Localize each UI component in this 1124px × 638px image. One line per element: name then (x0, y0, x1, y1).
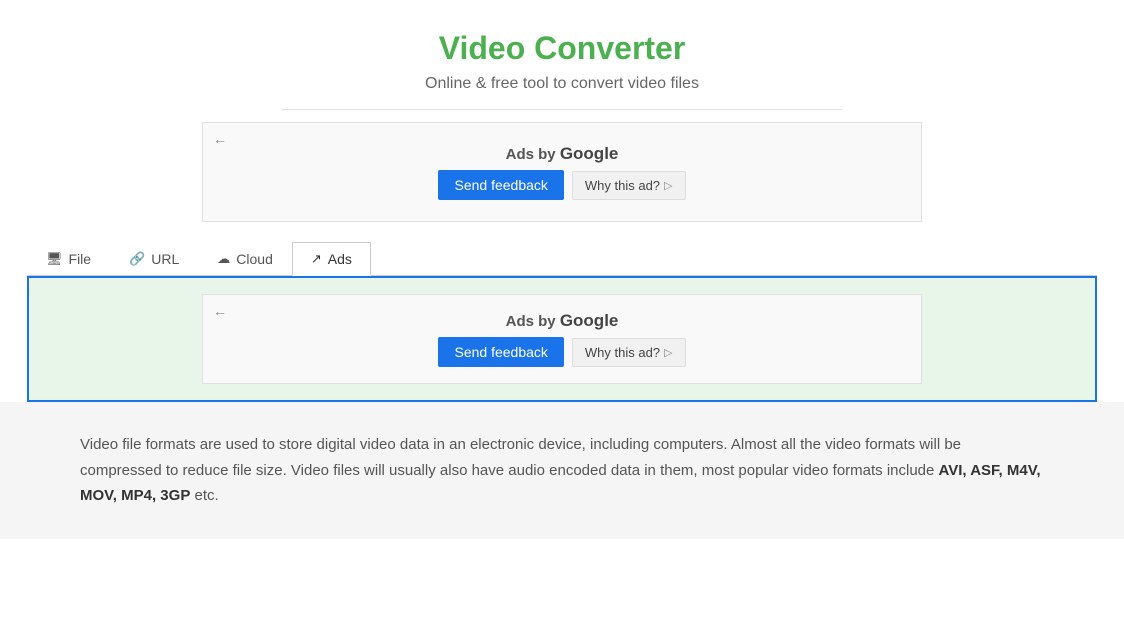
top-why-this-ad-button[interactable]: Why this ad? ▷ (572, 171, 686, 200)
tab-cloud-label: Cloud (236, 251, 273, 267)
page-title: Video Converter (0, 30, 1124, 67)
cloud-icon: ☁ (217, 251, 230, 267)
top-ad-buttons: Send feedback Why this ad? ▷ (438, 170, 685, 200)
description-section: Video file formats are used to store dig… (0, 402, 1124, 539)
description-text-before: Video file formats are used to store dig… (80, 436, 961, 479)
inner-ad-content: Ads by Google Send feedback Why this ad?… (438, 311, 685, 367)
tabs-container: 🖥 File 🔗 URL ☁ Cloud ↗ Ads (27, 242, 1097, 276)
inner-send-feedback-button[interactable]: Send feedback (438, 337, 563, 367)
page-header: Video Converter Online & free tool to co… (0, 30, 1124, 93)
top-ad-area: ← Ads by Google Send feedback Why this a… (202, 122, 922, 222)
ads-by-google-label: Ads by Google (438, 144, 685, 164)
tab-file-label: File (69, 251, 92, 267)
divider (282, 109, 842, 110)
tab-ads[interactable]: ↗ Ads (292, 242, 371, 276)
ad-back-arrow: ← (213, 131, 227, 147)
inner-why-this-ad-button[interactable]: Why this ad? ▷ (572, 338, 686, 367)
url-icon: 🔗 (129, 251, 145, 267)
tabs-row: 🖥 File 🔗 URL ☁ Cloud ↗ Ads (27, 242, 1097, 276)
description-text-after: etc. (190, 487, 218, 504)
top-send-feedback-button[interactable]: Send feedback (438, 170, 563, 200)
inner-ad-back-arrow: ← (213, 303, 227, 319)
file-icon: 🖥 (46, 251, 63, 267)
tab-file[interactable]: 🖥 File (27, 242, 110, 275)
inner-ads-by-google-label: Ads by Google (438, 311, 685, 331)
tab-cloud[interactable]: ☁ Cloud (198, 242, 292, 275)
inner-why-ad-arrow-icon: ▷ (664, 346, 672, 359)
inner-ad-buttons: Send feedback Why this ad? ▷ (438, 337, 685, 367)
tab-url-label: URL (151, 251, 179, 267)
tab-content-ads: ← Ads by Google Send feedback Why this a… (27, 276, 1097, 402)
tab-ads-label: Ads (328, 251, 352, 267)
inner-ad-box: ← Ads by Google Send feedback Why this a… (202, 294, 922, 384)
why-ad-arrow-icon: ▷ (664, 179, 672, 192)
page-container: Video Converter Online & free tool to co… (0, 0, 1124, 539)
ads-icon: ↗ (311, 251, 322, 267)
description-text: Video file formats are used to store dig… (80, 432, 1044, 509)
top-ad-inner: Ads by Google Send feedback Why this ad?… (438, 144, 685, 200)
tab-url[interactable]: 🔗 URL (110, 242, 198, 275)
page-subtitle: Online & free tool to convert video file… (0, 75, 1124, 93)
